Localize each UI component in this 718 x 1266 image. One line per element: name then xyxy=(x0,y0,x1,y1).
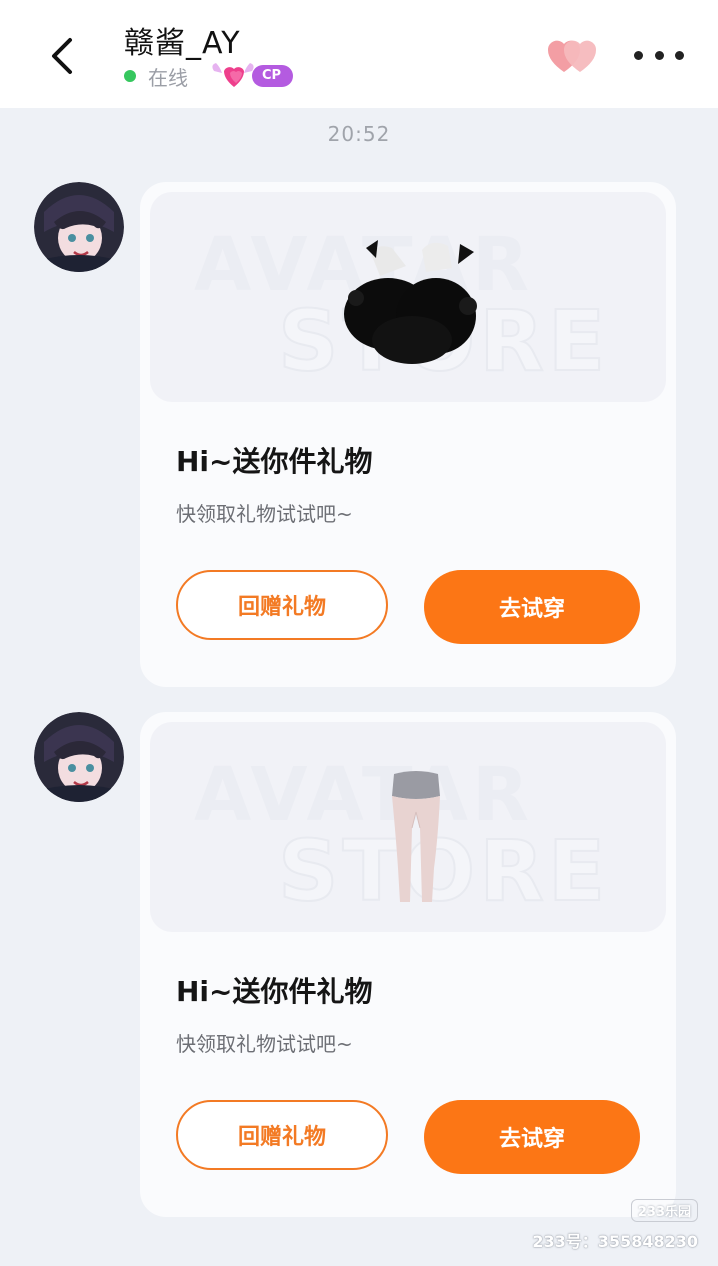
app-watermark: 233乐园 233号：355848230 xyxy=(532,1199,698,1252)
gift-preview[interactable]: AVATAR STORE xyxy=(150,722,666,932)
double-heart-icon xyxy=(547,40,597,72)
watermark-id: 233号：355848230 xyxy=(532,1232,698,1251)
online-dot-icon xyxy=(124,70,136,82)
chevron-left-icon xyxy=(52,38,72,74)
gift-title: Hi~送你件礼物 xyxy=(176,445,373,478)
return-gift-button[interactable]: 回赠礼物 xyxy=(176,570,388,640)
avatar-image xyxy=(34,712,124,802)
back-button[interactable] xyxy=(38,30,86,82)
dot-icon xyxy=(654,50,664,60)
fluffy-shoes-icon xyxy=(344,240,477,364)
gift-card: AVATAR STORE Hi~送你件礼物 快领取礼物试试吧~ 回赠礼物 去试穿 xyxy=(140,182,676,687)
watermark-logo: 233乐园 xyxy=(630,1199,698,1222)
avatar-image xyxy=(34,182,124,272)
cp-badge: CP xyxy=(252,65,294,87)
status-row: 在线 CP xyxy=(124,62,294,90)
gift-subtitle: 快领取礼物试试吧~ xyxy=(176,502,353,526)
dot-icon xyxy=(634,50,643,60)
cp-badge-group: CP xyxy=(210,63,294,89)
chat-header: 赣酱_AY 在线 CP xyxy=(0,0,718,108)
message-timestamp: 20:52 xyxy=(327,122,391,146)
gift-preview[interactable]: AVATAR STORE xyxy=(150,192,666,402)
sender-avatar[interactable] xyxy=(34,182,124,272)
gift-subtitle: 快领取礼物试试吧~ xyxy=(176,1032,353,1056)
try-on-button[interactable]: 去试穿 xyxy=(424,1100,640,1174)
more-options-button[interactable] xyxy=(634,40,684,70)
online-status: 在线 xyxy=(148,65,188,90)
try-on-button[interactable]: 去试穿 xyxy=(424,570,640,644)
contact-name: 赣酱_AY xyxy=(124,26,241,61)
sender-avatar[interactable] xyxy=(34,712,124,802)
dot-icon xyxy=(675,50,684,60)
gift-card: AVATAR STORE Hi~送你件礼物 快领取礼物试试吧~ 回赠礼物 去试穿 xyxy=(140,712,676,1217)
gift-title: Hi~送你件礼物 xyxy=(176,975,373,1008)
return-gift-button[interactable]: 回赠礼物 xyxy=(176,1100,388,1170)
intimacy-button[interactable] xyxy=(544,36,600,74)
winged-hearts-icon xyxy=(212,63,254,87)
tights-icon xyxy=(392,771,440,902)
